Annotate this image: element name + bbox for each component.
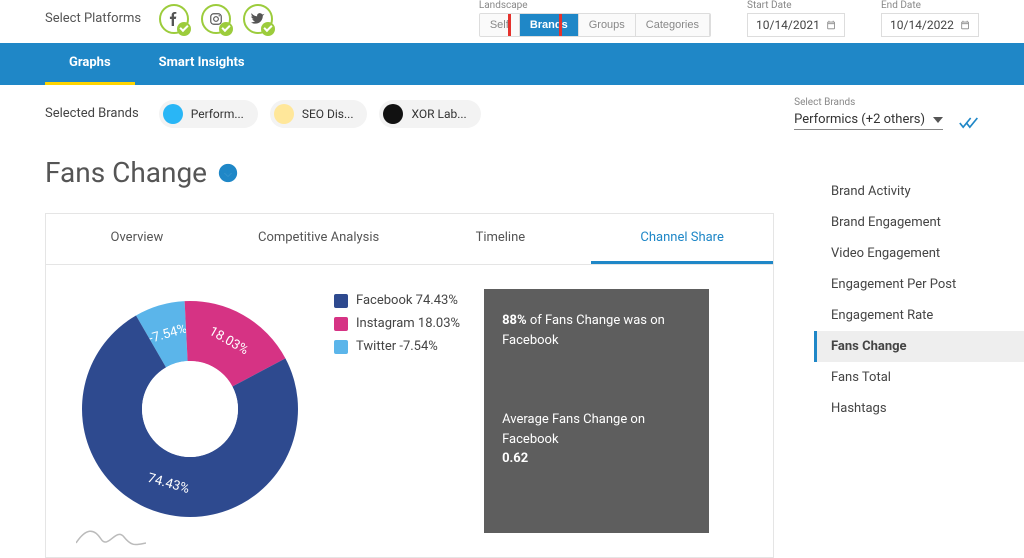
chip-label: SEO Dis...	[302, 107, 354, 121]
start-date-label: Start Date	[747, 0, 845, 11]
page-title: Fans Change	[45, 156, 207, 189]
check-icon	[177, 22, 191, 36]
metric-item[interactable]: Engagement Per Post	[814, 269, 1024, 300]
check-icon	[261, 22, 275, 36]
tab-timeline[interactable]: Timeline	[410, 214, 592, 264]
legend-color	[334, 317, 348, 331]
start-date-input[interactable]: 10/14/2021	[747, 13, 845, 37]
metric-item[interactable]: Fans Total	[814, 362, 1024, 393]
legend-label: Facebook 74.43%	[356, 293, 458, 308]
selected-brands-row: Selected Brands Perform... SEO Dis... XOR …	[0, 85, 1024, 142]
start-date-value: 10/14/2021	[756, 18, 820, 32]
legend-item[interactable]: Twitter -7.54%	[334, 339, 460, 354]
start-date-group: Start Date 10/14/2021	[747, 0, 845, 37]
end-date-value: 10/14/2022	[890, 18, 954, 32]
info-line1: of Fans Change was on Facebook	[502, 313, 665, 348]
legend-label: Instagram 18.03%	[356, 316, 460, 331]
metric-item[interactable]: Video Engagement	[814, 238, 1024, 269]
metric-item[interactable]: Fans Change	[814, 331, 1024, 362]
brand-chips: Perform... SEO Dis... XOR Lab...	[159, 100, 481, 128]
selected-brands-label: Selected Brands	[45, 106, 139, 121]
metric-list: Brand ActivityBrand EngagementVideo Enga…	[814, 176, 1024, 424]
info-percent: 88%	[502, 313, 527, 328]
select-all-icon[interactable]	[959, 116, 979, 130]
donut-hole	[142, 361, 238, 457]
seg-brands[interactable]: Brands	[520, 14, 579, 36]
tab-overview[interactable]: Overview	[46, 214, 228, 264]
landscape-label: Landscape	[479, 0, 711, 11]
platforms-label: Select Platforms	[45, 11, 141, 26]
end-date-label: End Date	[881, 0, 979, 11]
donut-chart: -7.54%18.03%74.43%	[70, 289, 310, 533]
tab-smart-insights[interactable]: Smart Insights	[135, 43, 269, 85]
tab-channel-share[interactable]: Channel Share	[591, 214, 773, 264]
twitter-platform-toggle[interactable]	[243, 4, 273, 34]
legend-color	[334, 340, 348, 354]
end-date-group: End Date 10/14/2022	[881, 0, 979, 37]
instagram-platform-toggle[interactable]	[201, 4, 231, 34]
channel-share-card: Overview Competitive Analysis Timeline C…	[45, 213, 774, 558]
end-date-input[interactable]: 10/14/2022	[881, 13, 979, 37]
mini-line-chart	[76, 523, 146, 547]
chip-color-dot	[163, 104, 183, 124]
select-brands-dropdown[interactable]: Performics (+2 others)	[794, 110, 943, 130]
calendar-icon	[826, 19, 836, 31]
calendar-icon	[960, 19, 970, 31]
select-brands-value: Performics (+2 others)	[794, 112, 925, 127]
legend-label: Twitter -7.54%	[356, 339, 438, 354]
platform-icons	[159, 4, 273, 34]
legend-item[interactable]: Instagram 18.03%	[334, 316, 460, 331]
metric-item[interactable]: Engagement Rate	[814, 300, 1024, 331]
tab-graphs[interactable]: Graphs	[45, 43, 135, 85]
chart-legend: Facebook 74.43% Instagram 18.03% Twitter -…	[334, 289, 460, 533]
select-brands-label: Select Brands	[794, 97, 979, 108]
chip-color-dot	[274, 104, 294, 124]
seg-categories[interactable]: Categories	[636, 14, 710, 36]
info-line2a: Average Fans Change on Facebook	[502, 412, 645, 447]
legend-color	[334, 294, 348, 308]
download-icon[interactable]	[217, 162, 239, 184]
main-nav: Graphs Smart Insights	[0, 43, 1024, 85]
seg-groups[interactable]: Groups	[579, 14, 636, 36]
tab-competitive-analysis[interactable]: Competitive Analysis	[228, 214, 410, 264]
metric-item[interactable]: Hashtags	[814, 393, 1024, 424]
metric-item[interactable]: Brand Engagement	[814, 207, 1024, 238]
info-panel: 88% of Fans Change was on Facebook Avera…	[484, 289, 709, 533]
brand-chip[interactable]: XOR Lab...	[379, 100, 480, 128]
seg-self[interactable]: Self	[480, 14, 520, 36]
chip-label: XOR Lab...	[411, 107, 466, 121]
chip-label: Perform...	[191, 107, 244, 121]
metric-item[interactable]: Brand Activity	[814, 176, 1024, 207]
landscape-control: Landscape Self Brands Groups Categories	[479, 0, 711, 37]
brand-chip[interactable]: Perform...	[159, 100, 258, 128]
info-line2b: 0.62	[502, 451, 528, 466]
check-icon	[219, 22, 233, 36]
brand-chip[interactable]: SEO Dis...	[270, 100, 368, 128]
chip-color-dot	[383, 104, 403, 124]
legend-item[interactable]: Facebook 74.43%	[334, 293, 460, 308]
chevron-down-icon	[933, 115, 943, 125]
facebook-platform-toggle[interactable]	[159, 4, 189, 34]
